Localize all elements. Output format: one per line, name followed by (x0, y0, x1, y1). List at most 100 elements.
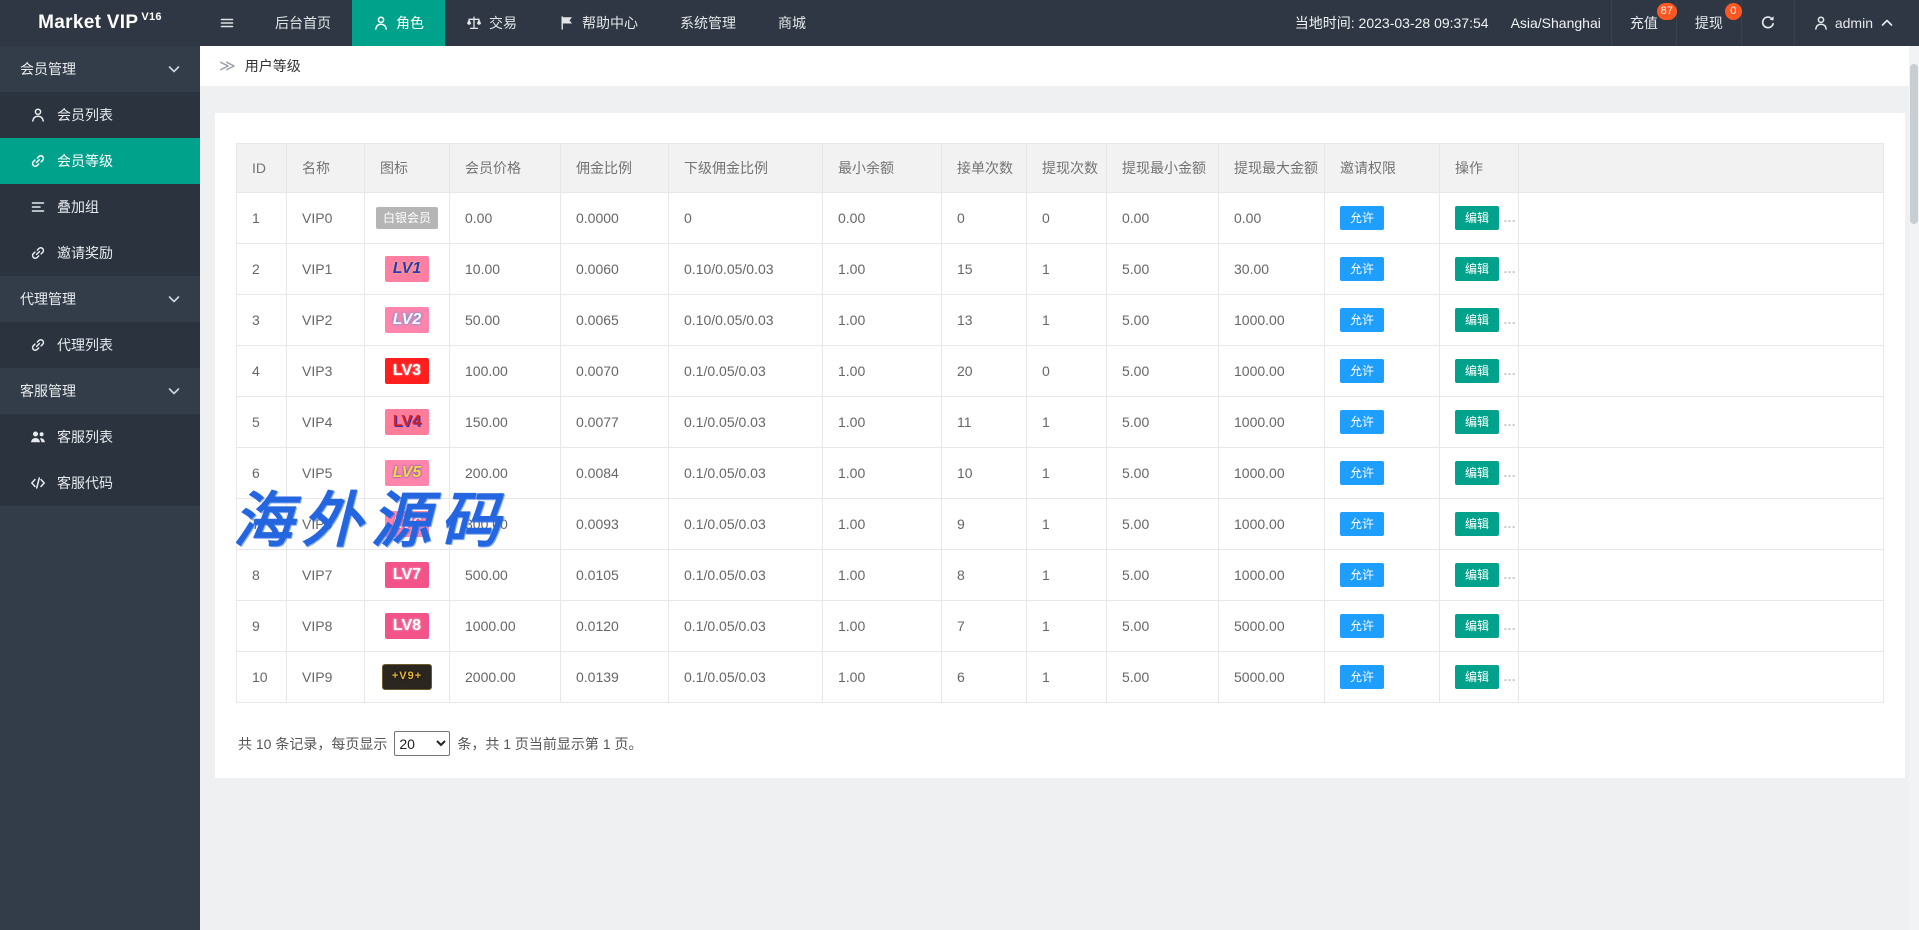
level-badge: LV2 (384, 307, 430, 333)
cell-actions: 编辑… (1439, 192, 1519, 244)
allow-button[interactable]: 允许 (1340, 256, 1385, 282)
edit-button[interactable]: 编辑 (1455, 664, 1500, 690)
cell-filler (1518, 294, 1884, 346)
edit-button[interactable]: 编辑 (1455, 562, 1500, 588)
cell: 30.00 (1218, 243, 1325, 295)
nav-item-system[interactable]: 系统管理 (659, 0, 757, 46)
table-row: 1 VIP0 白银会员 0.00 0.0000 0 0.00 0 0 0.00 0.00 允许 编辑… (236, 192, 1884, 244)
hamburger-icon (219, 15, 235, 31)
more-actions[interactable]: … (1503, 669, 1517, 684)
allow-button[interactable]: 允许 (1340, 205, 1385, 231)
cell: 10 (236, 651, 287, 703)
column-header: 下级佣金比例 (668, 143, 823, 193)
sidebar: 会员管理 会员列表 会员等级叠加组邀请奖励 代理管理代理列表客服管理客服列表 客服代码 (0, 46, 200, 930)
edit-button[interactable]: 编辑 (1455, 256, 1500, 282)
edit-button[interactable]: 编辑 (1455, 358, 1500, 384)
cell-filler (1518, 396, 1884, 448)
sidebar-item-member-level[interactable]: 会员等级 (0, 138, 200, 184)
sidebar-group-items: 客服列表 客服代码 (0, 414, 200, 506)
more-actions[interactable]: … (1503, 261, 1517, 276)
more-actions[interactable]: … (1503, 414, 1517, 429)
cell: 1 (1026, 447, 1107, 499)
allow-button[interactable]: 允许 (1340, 307, 1385, 333)
table-row: 2 VIP1 LV1 10.00 0.0060 0.10/0.05/0.03 1.00 15 1… (236, 243, 1884, 295)
sidebar-item-stack-group[interactable]: 叠加组 (0, 184, 200, 230)
recharge-button[interactable]: 充值 87 (1610, 0, 1677, 46)
sidebar-group-service-management[interactable]: 客服管理 (0, 368, 200, 414)
cell: 10.00 (449, 243, 561, 295)
table-row: 9 VIP8 LV8 1000.00 0.0120 0.1/0.05/0.03 1.00 7 1… (236, 600, 1884, 652)
cell: 1000.00 (1218, 549, 1325, 601)
nav-item-trade[interactable]: 交易 (445, 0, 538, 46)
user-menu[interactable]: admin (1793, 0, 1919, 46)
edit-button[interactable]: 编辑 (1455, 460, 1500, 486)
nav-item-dashboard[interactable]: 后台首页 (254, 0, 352, 46)
cell: 7 (236, 498, 287, 550)
scrollbar-thumb[interactable] (1910, 64, 1918, 224)
edit-button[interactable]: 编辑 (1455, 307, 1500, 333)
allow-button[interactable]: 允许 (1340, 409, 1385, 435)
sidebar-group-agent-management[interactable]: 代理管理 (0, 276, 200, 322)
cell: 1000.00 (449, 600, 561, 652)
stack-icon (30, 199, 46, 215)
cell-actions: 编辑… (1439, 498, 1519, 550)
cell: 0 (1026, 345, 1107, 397)
more-actions[interactable]: … (1503, 465, 1517, 480)
edit-button[interactable]: 编辑 (1455, 613, 1500, 639)
page-size-select[interactable]: 20 (394, 731, 451, 756)
nav-item-mall[interactable]: 商城 (757, 0, 827, 46)
cell-filler (1518, 600, 1884, 652)
sidebar-item-service-code[interactable]: 客服代码 (0, 460, 200, 506)
nav-item-help-center[interactable]: 帮助中心 (538, 0, 659, 46)
link-icon (30, 337, 46, 353)
column-header: 名称 (286, 143, 365, 193)
sidebar-group-member-management[interactable]: 会员管理 (0, 46, 200, 92)
column-header: 会员价格 (449, 143, 561, 193)
allow-button[interactable]: 允许 (1340, 460, 1385, 486)
chevron-up-icon (1879, 15, 1895, 31)
sidebar-item-service-list[interactable]: 客服列表 (0, 414, 200, 460)
cell: 0.0060 (560, 243, 669, 295)
sidebar-item-label: 叠加组 (57, 199, 99, 215)
cell: 2000.00 (449, 651, 561, 703)
recharge-label: 充值 (1629, 15, 1658, 31)
sidebar-toggle-button[interactable] (200, 0, 254, 46)
more-actions[interactable]: … (1503, 618, 1517, 633)
more-actions[interactable]: … (1503, 363, 1517, 378)
scrollbar[interactable] (1909, 46, 1919, 930)
sidebar-item-agent-list[interactable]: 代理列表 (0, 322, 200, 368)
cell: VIP0 (286, 192, 365, 244)
sidebar-item-label: 代理列表 (57, 337, 113, 353)
allow-button[interactable]: 允许 (1340, 511, 1385, 537)
person-icon (30, 107, 46, 123)
edit-button[interactable]: 编辑 (1455, 409, 1500, 435)
cell: VIP5 (286, 447, 365, 499)
sidebar-group-label: 客服管理 (20, 383, 76, 399)
cell-invite: 允许 (1324, 549, 1440, 601)
column-header: 佣金比例 (560, 143, 669, 193)
refresh-button[interactable] (1740, 0, 1794, 46)
more-actions[interactable]: … (1503, 210, 1517, 225)
link-icon (30, 245, 46, 261)
main-content: ≫ 用户等级 ID 名称 图标 会员价格 佣金比例 下级佣金比例 最小余额 接单次数 提现次数提… (200, 46, 1919, 930)
sidebar-item-member-list[interactable]: 会员列表 (0, 92, 200, 138)
allow-button[interactable]: 允许 (1340, 562, 1385, 588)
withdraw-button[interactable]: 提现 0 (1675, 0, 1742, 46)
edit-button[interactable]: 编辑 (1455, 205, 1500, 231)
column-header: ID (236, 143, 287, 193)
page-title: 用户等级 (244, 58, 301, 74)
cell-level-icon: +V9+ (364, 651, 450, 703)
sidebar-item-invite-reward[interactable]: 邀请奖励 (0, 230, 200, 276)
withdraw-count-badge: 0 (1724, 3, 1742, 20)
more-actions[interactable]: … (1503, 312, 1517, 327)
chevron-down-icon (166, 383, 182, 399)
allow-button[interactable]: 允许 (1340, 613, 1385, 639)
local-time: 当地时间: 2023-03-28 09:37:54 (1294, 15, 1489, 31)
allow-button[interactable]: 允许 (1340, 664, 1385, 690)
more-actions[interactable]: … (1503, 567, 1517, 582)
cell: VIP2 (286, 294, 365, 346)
more-actions[interactable]: … (1503, 516, 1517, 531)
allow-button[interactable]: 允许 (1340, 358, 1385, 384)
nav-item-roles[interactable]: 角色 (352, 0, 445, 46)
edit-button[interactable]: 编辑 (1455, 511, 1500, 537)
